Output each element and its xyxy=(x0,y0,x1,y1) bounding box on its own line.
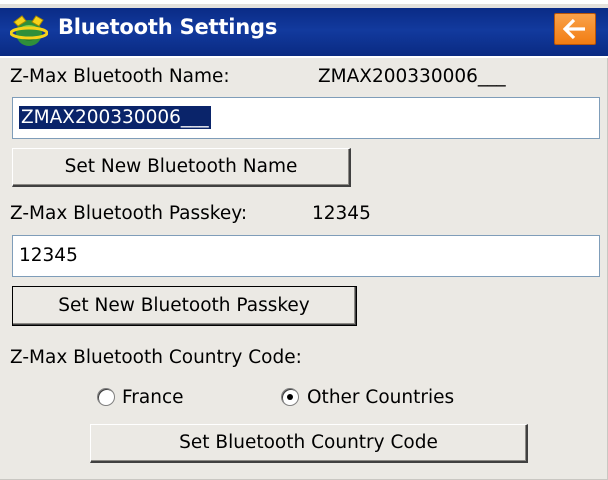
set-bluetooth-name-button[interactable]: Set New Bluetooth Name xyxy=(12,148,351,187)
bluetooth-country-code-label: Z-Max Bluetooth Country Code: xyxy=(10,347,302,368)
radio-other-countries[interactable] xyxy=(281,388,299,406)
bluetooth-passkey-input[interactable]: 12345 xyxy=(12,235,600,277)
bluetooth-name-input-text: ZMAX200330006___ xyxy=(19,106,211,129)
radio-france[interactable] xyxy=(97,388,115,406)
set-bluetooth-passkey-button[interactable]: Set New Bluetooth Passkey xyxy=(12,286,357,326)
back-button[interactable] xyxy=(554,13,596,45)
satellite-globe-icon xyxy=(10,15,48,46)
bluetooth-name-value: ZMAX200330006___ xyxy=(318,66,506,87)
bluetooth-name-input[interactable]: ZMAX200330006___ xyxy=(12,97,600,139)
bluetooth-settings-window: Bluetooth Settings Z-Max Bluetooth Name:… xyxy=(0,0,608,480)
title-bar: Bluetooth Settings xyxy=(0,0,608,58)
radio-other-countries-label[interactable]: Other Countries xyxy=(307,387,454,408)
bluetooth-name-label: Z-Max Bluetooth Name: xyxy=(10,66,230,87)
bluetooth-passkey-label: Z-Max Bluetooth Passkey: xyxy=(10,203,248,224)
radio-selected-dot xyxy=(287,394,293,400)
set-bluetooth-country-code-button[interactable]: Set Bluetooth Country Code xyxy=(90,424,528,463)
bluetooth-passkey-value: 12345 xyxy=(312,203,371,224)
radio-france-label[interactable]: France xyxy=(122,387,184,408)
page-title: Bluetooth Settings xyxy=(58,15,278,39)
left-arrow-icon xyxy=(563,18,585,40)
